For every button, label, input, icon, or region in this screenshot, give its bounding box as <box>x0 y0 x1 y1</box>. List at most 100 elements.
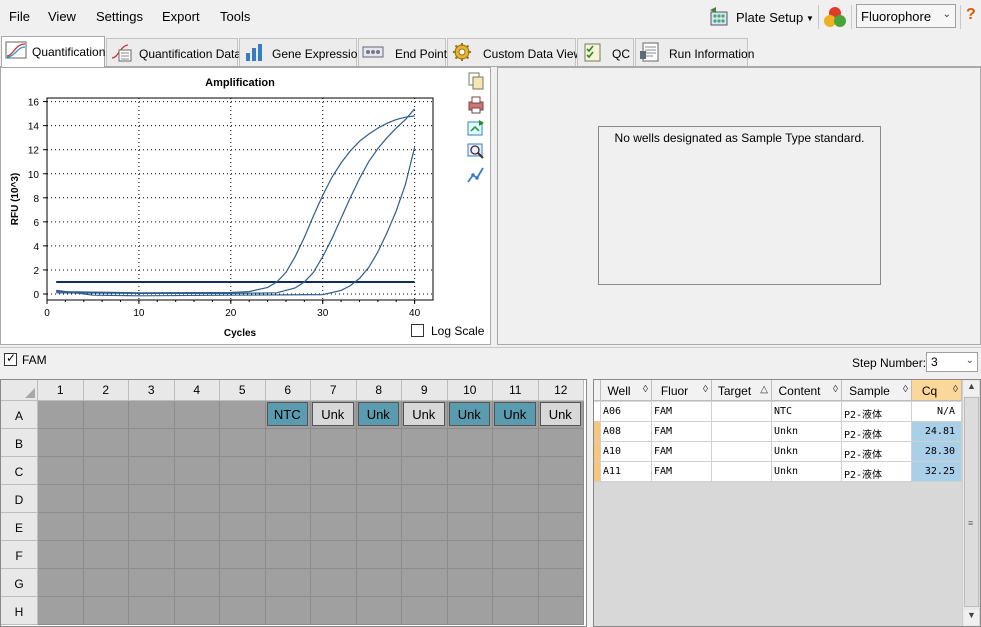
plate-well[interactable] <box>38 541 84 569</box>
plate-column-header[interactable]: 9 <box>402 380 448 401</box>
plate-well[interactable] <box>402 485 448 513</box>
table-cell-target[interactable] <box>712 402 772 422</box>
plate-well[interactable] <box>220 541 266 569</box>
plate-well[interactable] <box>493 541 539 569</box>
plate-row-header[interactable]: B <box>1 429 38 457</box>
plate-setup-button[interactable]: Plate Setup ▼ <box>706 5 814 29</box>
column-header-target[interactable]: Target △ <box>712 380 772 401</box>
plate-well[interactable] <box>38 401 84 429</box>
scroll-up-icon[interactable]: ▲ <box>964 381 979 396</box>
plate-well[interactable] <box>38 485 84 513</box>
plate-well[interactable] <box>447 429 493 457</box>
copy-icon[interactable] <box>467 72 485 90</box>
menu-tools[interactable]: Tools <box>220 9 250 24</box>
table-cell-cq[interactable]: N/A <box>912 402 962 422</box>
plate-well[interactable] <box>220 429 266 457</box>
plate-well[interactable] <box>220 513 266 541</box>
plate-well[interactable]: Unk <box>311 401 357 429</box>
plate-well[interactable] <box>38 457 84 485</box>
menu-settings[interactable]: Settings <box>96 9 143 24</box>
plate-well[interactable] <box>447 457 493 485</box>
plate-well[interactable] <box>129 513 175 541</box>
checkbox-box[interactable] <box>411 324 424 337</box>
plate-well[interactable] <box>356 569 402 597</box>
plate-well[interactable] <box>129 569 175 597</box>
zoom-chart-icon[interactable] <box>467 142 485 160</box>
row-marker[interactable] <box>594 442 601 462</box>
table-cell-well[interactable]: A08 <box>601 422 652 442</box>
plate-well[interactable] <box>356 513 402 541</box>
plate-well[interactable] <box>174 429 220 457</box>
menu-file[interactable]: File <box>9 9 30 24</box>
plate-well[interactable] <box>220 401 266 429</box>
row-marker[interactable] <box>594 462 601 482</box>
tab-custom-data-view[interactable]: Custom Data View <box>447 38 582 66</box>
plate-well[interactable] <box>402 569 448 597</box>
plate-well[interactable] <box>265 541 311 569</box>
plate-well[interactable] <box>447 569 493 597</box>
plate-well[interactable] <box>174 401 220 429</box>
plate-row-header[interactable]: H <box>1 597 38 625</box>
table-cell-content[interactable]: NTC <box>772 402 842 422</box>
plate-column-header[interactable]: 10 <box>447 380 493 401</box>
plate-well[interactable] <box>356 597 402 625</box>
plate-well[interactable] <box>83 401 129 429</box>
column-header-cq[interactable]: Cq ◊ <box>912 380 962 401</box>
plate-well[interactable] <box>538 513 584 541</box>
plate-well[interactable] <box>493 457 539 485</box>
plate-well[interactable] <box>356 429 402 457</box>
plate-well[interactable] <box>493 485 539 513</box>
table-cell-sample[interactable]: P2-液体 <box>842 462 912 482</box>
plate-well[interactable] <box>447 541 493 569</box>
plate-column-header[interactable]: 7 <box>311 380 357 401</box>
plate-column-header[interactable]: 4 <box>174 380 220 401</box>
plate-well[interactable] <box>174 513 220 541</box>
plate-well[interactable] <box>220 457 266 485</box>
plate-well[interactable] <box>129 401 175 429</box>
plate-well[interactable] <box>129 597 175 625</box>
plate-well[interactable] <box>220 597 266 625</box>
fluorophore-colors-icon[interactable] <box>822 4 848 30</box>
plate-column-header[interactable]: 2 <box>83 380 129 401</box>
chart-options-icon[interactable] <box>467 166 485 184</box>
plate-well[interactable] <box>129 541 175 569</box>
tab-run-information[interactable]: Run Information <box>635 38 754 66</box>
plate-well[interactable] <box>311 485 357 513</box>
plate-well[interactable] <box>174 597 220 625</box>
column-header-well[interactable]: Well ◊ <box>601 380 652 401</box>
tab-end-point[interactable]: End Point <box>358 38 447 66</box>
plate-well[interactable] <box>265 513 311 541</box>
plate-well[interactable] <box>83 569 129 597</box>
fluorophore-select[interactable]: Fluorophore ⌄ <box>856 4 956 28</box>
plate-column-header[interactable]: 8 <box>356 380 402 401</box>
menu-view[interactable]: View <box>48 9 76 24</box>
plate-well[interactable] <box>311 513 357 541</box>
table-cell-cq[interactable]: 32.25 <box>912 462 962 482</box>
plate-column-header[interactable]: 11 <box>493 380 539 401</box>
row-marker[interactable] <box>594 422 601 442</box>
table-cell-content[interactable]: Unkn <box>772 462 842 482</box>
plate-well[interactable] <box>265 429 311 457</box>
fam-checkbox[interactable]: ✓ <box>4 351 17 366</box>
plate-row-header[interactable]: F <box>1 541 38 569</box>
plate-well[interactable] <box>538 457 584 485</box>
plate-well[interactable] <box>493 429 539 457</box>
plate-well[interactable]: Unk <box>447 401 493 429</box>
plate-well[interactable] <box>538 429 584 457</box>
plate-well[interactable] <box>83 513 129 541</box>
plate-well[interactable] <box>447 513 493 541</box>
table-cell-well[interactable]: A06 <box>601 402 652 422</box>
table-cell-sample[interactable]: P2-液体 <box>842 402 912 422</box>
tab-quantification-data[interactable]: Quantification Data <box>106 38 241 66</box>
plate-well[interactable] <box>493 597 539 625</box>
scroll-down-icon[interactable]: ▼ <box>964 610 979 625</box>
plate-well[interactable]: NTC <box>265 401 311 429</box>
table-cell-cq[interactable]: 28.30 <box>912 442 962 462</box>
plate-well[interactable] <box>38 569 84 597</box>
plate-well[interactable] <box>356 457 402 485</box>
row-marker[interactable] <box>594 402 601 422</box>
table-cell-sample[interactable]: P2-液体 <box>842 422 912 442</box>
tab-qc[interactable]: QC <box>577 38 634 66</box>
plate-column-header[interactable]: 12 <box>538 380 584 401</box>
plate-row-header[interactable]: A <box>1 401 38 429</box>
